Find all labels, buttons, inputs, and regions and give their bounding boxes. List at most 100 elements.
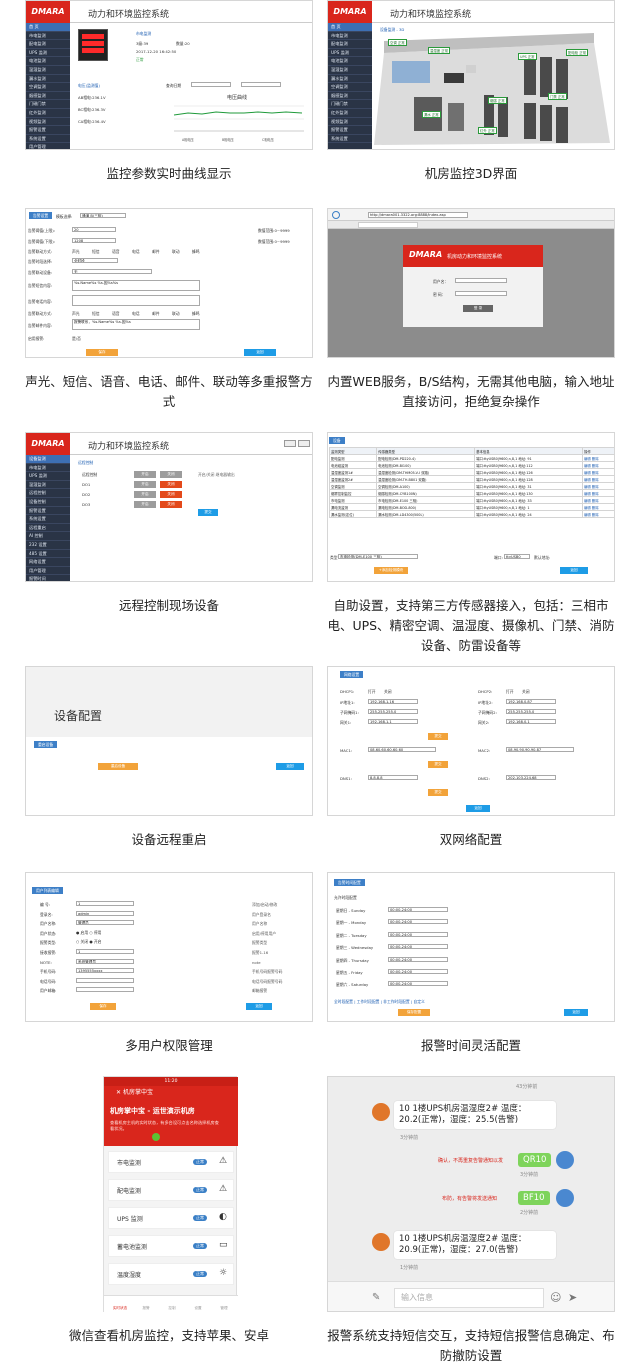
sidebar-item[interactable]: 烟感监测 <box>328 92 372 101</box>
user-field-input[interactable]: 1395555xxxx <box>76 968 134 974</box>
monitor-list-item[interactable]: 蓄电池监测 正常 ▭ <box>108 1235 234 1257</box>
alarm-method-checkbox[interactable]: 短信 <box>92 249 100 255</box>
threshold-high-input[interactable]: 20 <box>72 227 116 232</box>
dhcp1-close[interactable]: 关闭 <box>384 689 392 695</box>
monitor-list-item[interactable]: 市电监测 正常 ⚠ <box>108 1151 234 1173</box>
row-actions[interactable]: 编辑 删除 <box>582 461 614 469</box>
sidebar-item[interactable]: 视频监测 <box>328 118 372 127</box>
net1-input[interactable]: 255.255.255.0 <box>368 709 418 714</box>
sidebar-item[interactable]: 远程控制 <box>26 489 70 498</box>
type-select[interactable]: 市电检测(DM-E100 三相) <box>338 554 418 559</box>
row-actions[interactable]: 编辑 删除 <box>582 489 614 497</box>
user-field-input[interactable]: 1 <box>76 949 134 954</box>
sidebar-item[interactable]: 系统设置 <box>328 135 372 144</box>
remote-control-tab[interactable]: 远程控制 <box>78 460 93 466</box>
user-field-input[interactable] <box>76 987 134 993</box>
relay-off-button[interactable]: 关闭 <box>160 501 182 508</box>
user-field-input[interactable]: 1 <box>76 901 134 906</box>
net1-input[interactable]: 192.168.1.16 <box>368 699 418 704</box>
device-status-tag[interactable]: 门禁 正常 <box>548 93 567 100</box>
row-actions[interactable]: 编辑 删除 <box>582 475 614 483</box>
device-status-tag[interactable]: 温湿度 正常 <box>428 47 451 54</box>
mail-method-checkbox[interactable]: 短信 <box>92 311 100 317</box>
relay-off-button[interactable]: 关闭 <box>160 491 182 498</box>
user-field-input[interactable]: 管理员 <box>76 920 134 926</box>
add-module-button[interactable]: +添加检测模块 <box>374 567 408 574</box>
sidebar-item[interactable]: 烟感监测 <box>26 92 70 101</box>
browser-tab[interactable] <box>358 222 418 228</box>
user-field-input[interactable] <box>76 977 134 983</box>
header-button-1[interactable] <box>284 440 296 447</box>
emoji-icon[interactable]: ☺ <box>550 1291 561 1304</box>
device-status-tag[interactable]: 漏水 正常 <box>422 111 441 118</box>
weekday-time-input[interactable]: 00:00-24:00 <box>388 919 448 925</box>
tab-network[interactable]: 网络设置 <box>340 671 364 678</box>
alarm-method-checkbox[interactable]: 蜂鸣 <box>192 249 200 255</box>
sidebar-item[interactable]: 红外监测 <box>328 109 372 118</box>
sidebar-item[interactable]: 485 设置 <box>26 550 70 559</box>
header-button-2[interactable] <box>298 440 310 447</box>
tab-item[interactable]: 设置 <box>186 1306 210 1311</box>
sidebar-item[interactable]: 报警时间 <box>26 575 70 581</box>
mail-method-checkbox[interactable]: 联动 <box>172 311 180 317</box>
tab-item[interactable]: 报警 <box>134 1306 158 1311</box>
sidebar-item[interactable]: AI 控制 <box>26 532 70 541</box>
user-field-input[interactable]: admin <box>76 910 134 916</box>
net2-input[interactable]: 192.168.0.87 <box>506 699 556 704</box>
mac1-input[interactable]: 08.60.60.60.60.60 <box>368 747 436 752</box>
sidebar-item[interactable]: 门磁门禁 <box>26 100 70 109</box>
sidebar-item[interactable]: 温湿监测 <box>26 481 70 490</box>
sidebar-item[interactable]: 系统设置 <box>26 515 70 524</box>
submit-dns-button[interactable]: 提交 <box>428 789 448 796</box>
row-actions[interactable]: 编辑 删除 <box>582 510 614 518</box>
time-select[interactable]: 全时段 <box>72 258 118 263</box>
back-button[interactable]: 返回 <box>276 763 304 770</box>
mac2-input[interactable]: 08.90.90.90.90.87 <box>506 747 574 752</box>
weekday-time-input[interactable]: 00:00-24:00 <box>388 907 448 912</box>
tab-alarm-schedule[interactable]: 告警时间配置 <box>334 879 365 886</box>
restart-button[interactable]: 重启设备 <box>98 763 138 770</box>
template-select[interactable]: 通道 B(三相) <box>80 213 126 218</box>
weekday-time-input[interactable]: 00:00-24:00 <box>388 944 448 950</box>
sidebar-item[interactable]: 报警设置 <box>26 507 70 516</box>
sidebar-item[interactable]: 配电监测 <box>26 40 70 49</box>
sidebar-item[interactable]: 市电监测 <box>26 32 70 41</box>
tab-item[interactable]: 实时状态 <box>108 1306 132 1311</box>
username-input[interactable] <box>455 278 507 283</box>
tab-devices[interactable]: 设备 <box>329 437 345 444</box>
net2-input[interactable]: 255.255.255.0 <box>506 709 556 714</box>
save-button[interactable]: 保存 <box>86 349 118 356</box>
mail-method-checkbox[interactable]: 语音 <box>112 311 120 317</box>
net2-input[interactable]: 192.168.0.1 <box>506 719 556 724</box>
dhcp2-open[interactable]: 打开 <box>506 689 514 695</box>
tab-item[interactable]: 控制 <box>160 1306 184 1311</box>
sidebar-item[interactable]: 系统设置 <box>26 135 70 144</box>
sidebar-item[interactable]: 漏水监测 <box>26 75 70 84</box>
enable-checkbox[interactable]: 是/否 <box>72 336 81 342</box>
sidebar-item[interactable]: 网络设置 <box>26 558 70 567</box>
weekday-time-input[interactable]: 00:00-24:00 <box>388 931 448 937</box>
tab-restart[interactable]: 重启设备 <box>34 741 58 748</box>
row-actions[interactable]: 编辑 删除 <box>582 503 614 511</box>
device-status-tag[interactable]: 红外 正常 <box>478 127 497 134</box>
threshold-low-input[interactable]: 1208 <box>72 238 116 243</box>
dns1-input[interactable]: 8.8.8.8 <box>368 775 418 780</box>
sidebar-item[interactable]: 空调监测 <box>328 83 372 92</box>
send-icon[interactable]: ➤ <box>568 1291 577 1304</box>
close-icon[interactable]: ✕ <box>116 1089 123 1096</box>
user-field-input[interactable]: 系统管理员 <box>76 958 134 964</box>
tab-alarm-settings[interactable]: 告警设置 <box>29 212 53 219</box>
row-actions[interactable]: 编辑 删除 <box>582 496 614 504</box>
alarm-method-checkbox[interactable]: 电话 <box>132 249 140 255</box>
sidebar-item[interactable]: 市电监测 <box>26 464 70 473</box>
relay-on-button[interactable]: 开启 <box>134 471 156 478</box>
mail-content-textarea[interactable]: 报警联系，%s.Name%s %s.因%s <box>72 319 200 330</box>
address-bar[interactable]: http://dmara001.3322.org:8888/index.asp <box>368 212 468 218</box>
relay-on-button[interactable]: 开启 <box>134 481 156 488</box>
relay-off-button[interactable]: 关闭 <box>160 471 182 478</box>
query-date-end-input[interactable] <box>241 82 281 87</box>
back-button[interactable]: 返回 <box>560 567 588 574</box>
login-button[interactable]: 登 录 <box>463 305 493 312</box>
sidebar-item[interactable]: 用户管理 <box>26 567 70 576</box>
password-input[interactable] <box>455 291 507 296</box>
